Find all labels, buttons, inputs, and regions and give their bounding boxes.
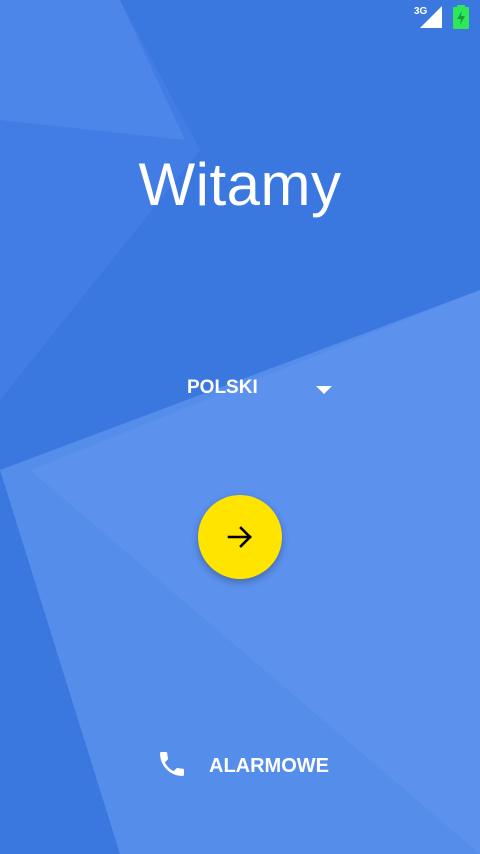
language-selected-label: POLSKI bbox=[187, 377, 258, 398]
battery-charging-icon bbox=[453, 5, 469, 29]
arrow-right-icon bbox=[227, 526, 252, 548]
dropdown-arrow-icon bbox=[316, 386, 332, 394]
next-button[interactable] bbox=[198, 495, 282, 579]
emergency-call-button[interactable]: ALARMOWE bbox=[150, 740, 340, 790]
background bbox=[0, 0, 480, 854]
welcome-title: Witamy bbox=[138, 151, 342, 218]
phone-icon bbox=[160, 752, 184, 776]
language-dropdown[interactable]: POLSKI bbox=[170, 366, 350, 410]
status-bar: 3G bbox=[0, 0, 480, 34]
cell-signal-icon bbox=[420, 6, 442, 28]
emergency-call-label: ALARMOWE bbox=[209, 755, 329, 777]
